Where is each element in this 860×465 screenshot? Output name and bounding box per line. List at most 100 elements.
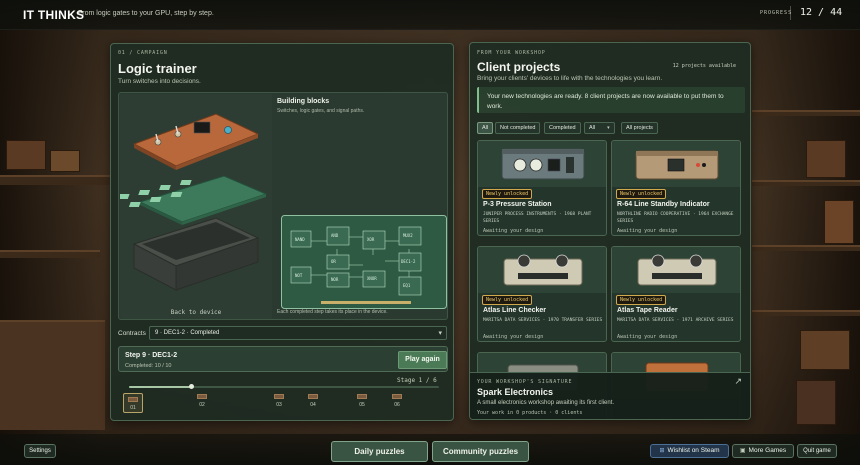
step-completed: Completed: 10 / 10 (125, 363, 172, 369)
pcb-chip-label: NAND (295, 237, 305, 242)
contracts-label: Contracts (118, 330, 146, 337)
project-title: P-3 Pressure Station (483, 201, 552, 208)
device-viewer: Back to device Building blocks Switches,… (117, 92, 448, 320)
shelf (752, 180, 860, 186)
project-card[interactable]: Newly unlocked Atlas Line Checker MARITS… (477, 246, 607, 342)
storage-box (800, 330, 850, 370)
filter-all[interactable]: All (477, 122, 494, 134)
campaign-panel: 01 / CAMPAIGN Logic trainer Turn switche… (110, 43, 454, 421)
storage-box (6, 140, 46, 170)
pcb-chip-label: MUX2 (403, 233, 413, 238)
campaign-breadcrumb: 01 / CAMPAIGN (118, 50, 168, 56)
signature-title: Spark Electronics (477, 387, 554, 397)
device-image (612, 247, 740, 293)
pcb-schematic: NAND AND XOR MUX2 OR DEC1-2 NOT NOR XNOR… (281, 215, 447, 309)
project-card[interactable]: Newly unlocked R-64 Line Standby Indicat… (611, 140, 741, 236)
storage-box (806, 140, 846, 178)
community-puzzles-button[interactable]: Community puzzles (432, 441, 529, 462)
projects-count: 12 projects available (672, 63, 736, 69)
workbench (0, 320, 105, 430)
device-image (612, 141, 740, 187)
stage-label-text: 05 (359, 402, 365, 408)
stage-label-text: 04 (310, 402, 316, 408)
stage-06[interactable]: 06 (387, 394, 407, 408)
campaign-subtitle: Turn switches into decisions. (118, 78, 201, 85)
building-blocks-subtitle: Switches, logic gates, and signal paths. (277, 108, 365, 114)
filter-dropdown[interactable]: All ▾ (584, 122, 615, 134)
wishlist-steam-button[interactable]: ⊞ Wishlist on Steam (650, 444, 729, 458)
project-status: Awaiting your design (617, 334, 678, 340)
device-image (478, 141, 606, 187)
contracts-select[interactable]: 9 · DEC1-2 · Completed ▾ (149, 326, 447, 340)
project-card[interactable]: Newly unlocked Atlas Tape Reader MARITSA… (611, 246, 741, 342)
shelf (0, 175, 110, 185)
pcb-chip-label: XNOR (367, 276, 377, 281)
progress-value: 12 / 44 (800, 7, 843, 18)
contracts-selected-value: 9 · DEC1-2 · Completed (155, 330, 220, 336)
app-tagline: From logic gates to your GPU, step by st… (78, 10, 214, 17)
back-to-device-link[interactable]: Back to device (120, 309, 272, 316)
filter-completed[interactable]: Completed (544, 122, 581, 134)
project-title: Atlas Line Checker (483, 307, 547, 314)
play-again-button[interactable]: Play again (398, 351, 447, 369)
filter-dropdown-value: All (589, 125, 596, 131)
project-card[interactable]: Newly unlocked P-3 Pressure Station JUNI… (477, 140, 607, 236)
stage-04[interactable]: 04 (303, 394, 323, 408)
project-title: R-64 Line Standby Indicator (617, 201, 710, 208)
pcb-chip-label: NOR (331, 277, 339, 282)
stage-chip-icon (197, 394, 207, 399)
workshop-signature[interactable]: YOUR WORKSHOP'S SIGNATURE ↗ Spark Electr… (470, 372, 750, 419)
project-status: Awaiting your design (617, 228, 678, 234)
shelf (0, 250, 100, 258)
stage-02[interactable]: 02 (192, 394, 212, 408)
stage-chip-icon (274, 394, 284, 399)
status-badge: Newly unlocked (482, 295, 533, 305)
client-projects-panel: FROM YOUR WORKSHOP Client projects 12 pr… (469, 42, 751, 420)
stage-03[interactable]: 03 (269, 394, 289, 408)
filter-not-completed[interactable]: Not completed (495, 122, 541, 134)
chevron-down-icon: ▾ (438, 330, 442, 337)
step-summary: Step 9 · DEC1-2 Completed: 10 / 10 Play … (118, 346, 448, 372)
more-games-button[interactable]: ▣ More Games (732, 444, 794, 458)
stage-progress-fill (129, 386, 191, 388)
status-badge: Newly unlocked (616, 295, 667, 305)
chevron-down-icon: ▾ (607, 125, 610, 131)
project-meta: NORTHLINE RADIO COOPERATIVE · 1964 EXCHA… (617, 212, 734, 224)
stage-progress-track[interactable] (129, 384, 439, 389)
pcb-chip-label: AND (331, 233, 339, 238)
stage-progress-handle[interactable] (189, 384, 194, 389)
project-status: Awaiting your design (483, 334, 544, 340)
logic-board-diagram[interactable]: NAND AND XOR MUX2 OR DEC1-2 NOT NOR XNOR… (281, 215, 447, 309)
device-image (478, 247, 606, 293)
filter-all-projects[interactable]: All projects (621, 122, 658, 134)
top-bar: IT THINKS From logic gates to your GPU, … (0, 0, 860, 30)
signature-description: A small electronics workshop awaiting it… (477, 400, 615, 406)
steam-icon: ⊞ (659, 448, 665, 454)
progress-divider (790, 6, 791, 20)
project-status: Awaiting your design (483, 228, 544, 234)
pcb-chip-label: NOT (295, 273, 303, 278)
client-projects-subtitle: Bring your clients' devices to life with… (477, 75, 663, 82)
bottom-bar (0, 434, 860, 465)
shelf (752, 245, 860, 251)
unlock-banner: Your new technologies are ready. 8 clien… (477, 87, 745, 113)
signature-label: YOUR WORKSHOP'S SIGNATURE (477, 379, 573, 385)
stage-label-text: 03 (276, 402, 282, 408)
quit-game-button[interactable]: Quit game (797, 444, 837, 458)
stage-chip-icon (308, 394, 318, 399)
device-render[interactable]: Back to device (117, 94, 272, 319)
stage-chip-icon (357, 394, 367, 399)
shelf (752, 310, 860, 316)
app-brand: IT THINKS (23, 8, 85, 22)
stage-01[interactable]: 01 (123, 393, 143, 413)
stage-chip-icon (392, 394, 402, 399)
stage-label-text: 06 (394, 402, 400, 408)
daily-puzzles-button[interactable]: Daily puzzles (331, 441, 428, 462)
pcb-chip-label: XOR (367, 237, 375, 242)
client-projects-breadcrumb: FROM YOUR WORKSHOP (477, 50, 546, 56)
project-meta: JUNIPER PROCESS INSTRUMENTS · 1968 PLANT… (483, 212, 592, 224)
status-badge: Newly unlocked (482, 189, 533, 199)
stage-05[interactable]: 05 (352, 394, 372, 408)
external-link-icon[interactable]: ↗ (734, 376, 742, 387)
settings-button[interactable]: Settings (24, 444, 56, 458)
